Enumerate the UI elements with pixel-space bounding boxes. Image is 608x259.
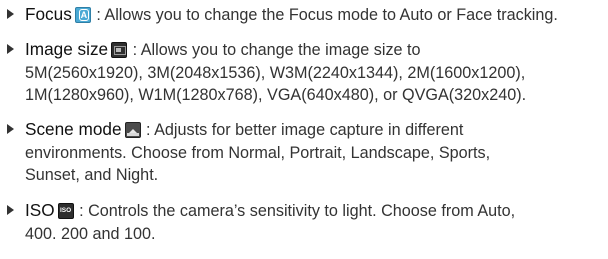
list-item-focus: Focus : Allows you to change the Focus m… — [7, 3, 604, 27]
description-line: 400. 200 and 100. — [25, 224, 156, 243]
term-scene-mode: Scene mode — [25, 119, 122, 139]
description-line: Sunset, and Night. — [25, 166, 159, 184]
term-image-size: Image size — [25, 39, 109, 59]
bullet-triangle-icon — [7, 124, 14, 134]
list-item-image-size: Image size : Allows you to change the im… — [7, 38, 604, 107]
image-size-icon — [111, 42, 128, 58]
description-line: : Allows you to change the image size to — [132, 41, 421, 59]
term-iso: ISO — [25, 200, 55, 220]
description-line: 1M(1280x960), W1M(1280x768), VGA(640x480… — [25, 86, 527, 104]
scene-mode-icon — [124, 122, 141, 138]
bullet-triangle-icon — [7, 205, 14, 215]
description-line: 5M(2560x1920), 3M(2048x1536), W3M(2240x1… — [25, 63, 526, 82]
bullet-triangle-icon — [7, 44, 14, 54]
term-focus: Focus — [25, 4, 72, 24]
focus-auto-icon — [74, 7, 91, 23]
description-line: : Adjusts for better image capture in di… — [146, 121, 464, 139]
list-item-scene-mode: Scene mode : Adjusts for better image ca… — [7, 118, 604, 187]
bullet-triangle-icon — [7, 9, 14, 19]
list-item-iso: ISO : Controls the camera’s sensitivity … — [7, 199, 604, 245]
description-line: : Controls the camera’s sensitivity to l… — [79, 202, 516, 220]
description-line: : Allows you to change the Focus mode to… — [96, 6, 558, 24]
iso-icon — [57, 203, 74, 219]
description-line: environments. Choose from Normal, Portra… — [25, 143, 491, 162]
